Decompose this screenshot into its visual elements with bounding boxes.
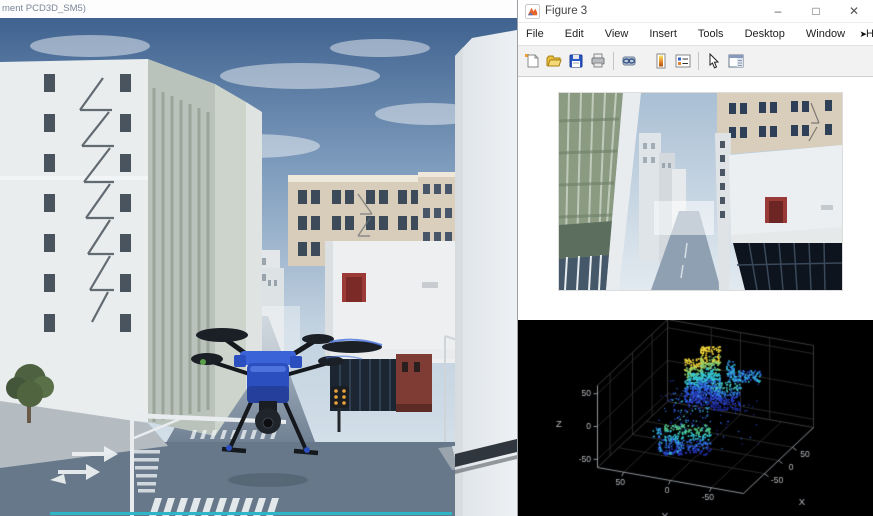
menu-help[interactable]: Help bbox=[866, 28, 873, 40]
simulation-title-text: ment PCD3D_SM5) bbox=[2, 3, 86, 14]
minimize-button[interactable]: – bbox=[759, 0, 797, 23]
save-figure-button[interactable] bbox=[565, 50, 587, 72]
print-figure-icon bbox=[590, 53, 606, 69]
city-scene bbox=[0, 18, 517, 516]
insert-legend-button[interactable] bbox=[672, 50, 694, 72]
save-figure-icon bbox=[568, 53, 584, 69]
screenshot-stage: ment PCD3D_SM5) bbox=[0, 0, 873, 516]
menu-edit[interactable]: Edit bbox=[565, 28, 584, 40]
figure-titlebar[interactable]: Figure 3 – □ ✕ bbox=[518, 0, 873, 23]
insert-colorbar-icon bbox=[653, 53, 669, 69]
open-file-button[interactable] bbox=[543, 50, 565, 72]
menu-view[interactable]: View bbox=[605, 28, 629, 40]
insert-legend-icon bbox=[675, 53, 691, 69]
camera-storefront bbox=[731, 227, 842, 290]
link-plot-icon bbox=[621, 53, 637, 69]
link-plot-button[interactable] bbox=[618, 50, 640, 72]
property-inspector-icon bbox=[728, 53, 744, 69]
menu-file[interactable]: File bbox=[526, 28, 544, 40]
menu-desktop[interactable]: Desktop bbox=[745, 28, 785, 40]
camera-scene bbox=[559, 93, 842, 290]
edit-plot-button[interactable] bbox=[703, 50, 725, 72]
simulation-window: ment PCD3D_SM5) bbox=[0, 0, 517, 516]
menu-overflow-arrow[interactable]: ➤ bbox=[859, 29, 867, 40]
figure-window: Figure 3 – □ ✕ File Edit View Insert Tools De… bbox=[517, 0, 873, 516]
new-figure-button[interactable] bbox=[521, 50, 543, 72]
lidar-pointcloud-canvas[interactable] bbox=[518, 320, 873, 516]
toolbar-separator bbox=[698, 52, 699, 70]
insert-colorbar-button[interactable] bbox=[650, 50, 672, 72]
drone-nav-light-green bbox=[200, 359, 206, 365]
selection-strip bbox=[50, 512, 452, 515]
open-file-icon bbox=[546, 53, 562, 69]
print-figure-button[interactable] bbox=[587, 50, 609, 72]
edit-plot-icon bbox=[706, 53, 722, 69]
menu-insert[interactable]: Insert bbox=[649, 28, 677, 40]
camera-view-image bbox=[559, 93, 842, 290]
simulation-3d-viewport[interactable] bbox=[0, 18, 517, 516]
close-button[interactable]: ✕ bbox=[835, 0, 873, 23]
maximize-button[interactable]: □ bbox=[797, 0, 835, 23]
toolbar-separator bbox=[613, 52, 614, 70]
menu-tools[interactable]: Tools bbox=[698, 28, 724, 40]
figure-canvas-bottom bbox=[518, 320, 873, 516]
figure-menubar: File Edit View Insert Tools Desktop Window Help… bbox=[518, 23, 873, 46]
figure-canvas-top bbox=[518, 77, 873, 320]
figure-toolbar bbox=[518, 46, 873, 77]
drone-body-top bbox=[240, 351, 296, 365]
figure-title: Figure 3 bbox=[545, 5, 587, 17]
property-inspector-button[interactable] bbox=[725, 50, 747, 72]
simulation-titlebar[interactable]: ment PCD3D_SM5) bbox=[0, 0, 517, 18]
new-figure-icon bbox=[524, 53, 540, 69]
building-right-foreground bbox=[455, 30, 517, 516]
matlab-figure-icon bbox=[525, 4, 540, 19]
menu-window[interactable]: Window bbox=[806, 28, 845, 40]
camera-building-tan bbox=[717, 93, 842, 155]
